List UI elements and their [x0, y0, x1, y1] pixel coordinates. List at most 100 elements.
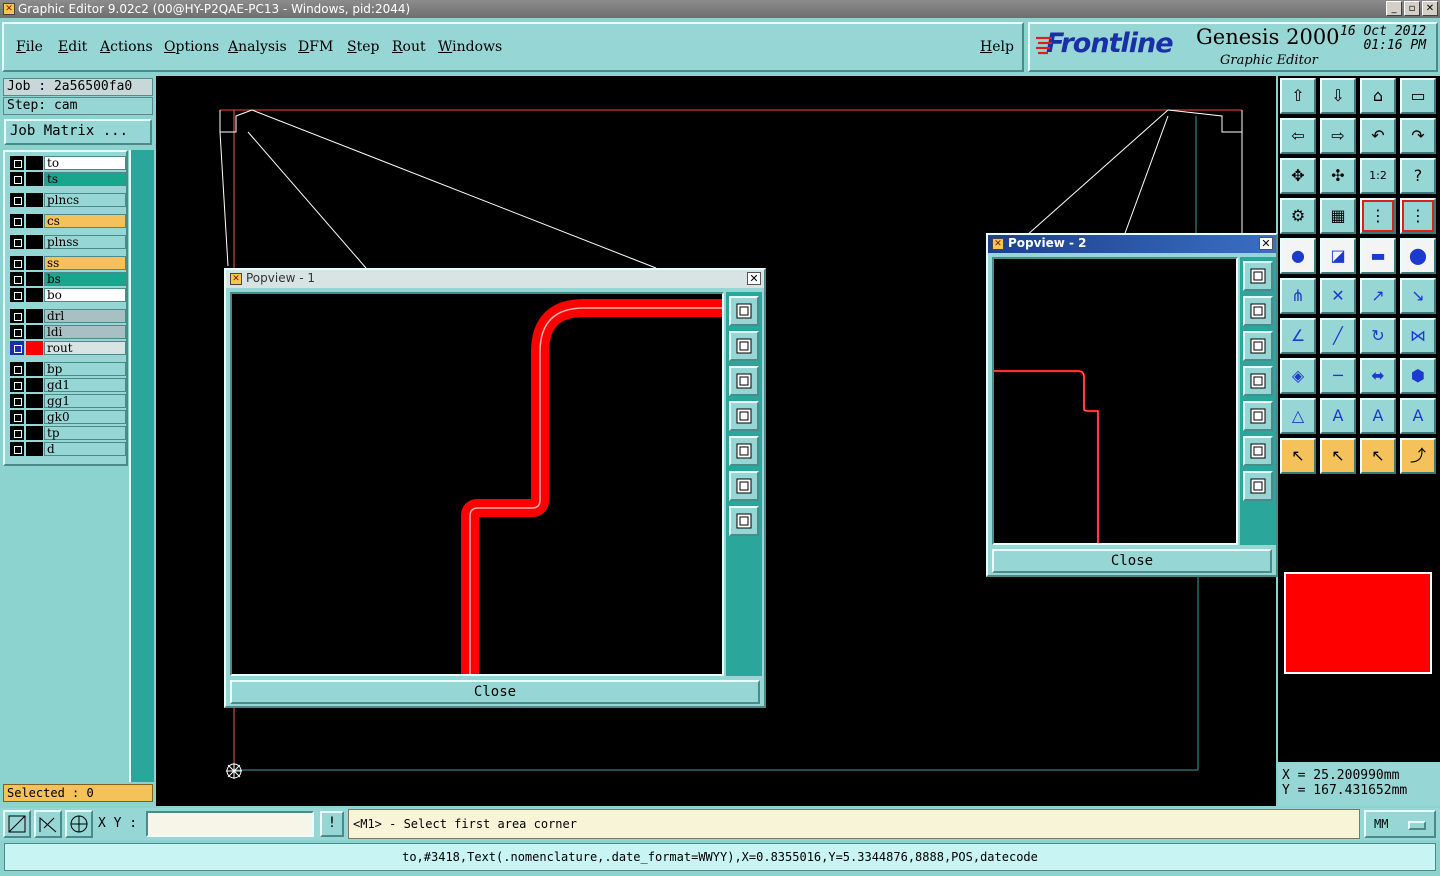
- popview-1-close-icon[interactable]: ✕: [747, 272, 761, 285]
- menu-options[interactable]: Options: [164, 39, 219, 55]
- redo-icon[interactable]: ↷: [1400, 118, 1436, 154]
- layer-row-d[interactable]: d: [10, 442, 126, 456]
- popview-2-tool-5[interactable]: [1243, 401, 1273, 431]
- layer-name[interactable]: bp: [44, 362, 126, 376]
- layer-row-plncs[interactable]: plncs: [10, 193, 126, 207]
- layer-row-to[interactable]: ✎to: [10, 156, 126, 170]
- layer-name[interactable]: plnss: [44, 235, 126, 249]
- layer-name[interactable]: gg1: [44, 394, 126, 408]
- layer-name[interactable]: bo: [44, 288, 126, 302]
- menu-file[interactable]: File: [16, 39, 43, 55]
- xy-input[interactable]: [146, 811, 314, 837]
- menu-windows[interactable]: Windows: [438, 39, 502, 55]
- layer-checkbox[interactable]: [10, 378, 24, 392]
- popview-2-tool-4[interactable]: [1243, 366, 1273, 396]
- layer-row-plnss[interactable]: plnss: [10, 235, 126, 249]
- line-add-icon[interactable]: ◪: [1320, 238, 1356, 274]
- layer-row-gk0[interactable]: gk0: [10, 410, 126, 424]
- menu-actions[interactable]: Actions: [100, 39, 153, 55]
- layer-name[interactable]: bs: [44, 272, 126, 286]
- layer-checkbox[interactable]: [10, 288, 24, 302]
- menu-step[interactable]: Step: [347, 39, 379, 55]
- popview-1-tool-3[interactable]: [729, 366, 759, 396]
- measure-icon[interactable]: ⬌: [1360, 358, 1396, 394]
- pan-down-icon[interactable]: ⇩: [1320, 78, 1356, 114]
- pointer-box-icon[interactable]: ↖: [1320, 438, 1356, 474]
- layer-row-tp[interactable]: tp: [10, 426, 126, 440]
- angle-icon[interactable]: ∠: [1280, 318, 1316, 354]
- undo-icon[interactable]: ↶: [1360, 118, 1396, 154]
- layer-row-bp[interactable]: bp: [10, 362, 126, 376]
- grid-mode-icon[interactable]: [65, 810, 93, 838]
- popview-2-canvas[interactable]: [992, 257, 1238, 545]
- pan-up-icon[interactable]: ⇧: [1280, 78, 1316, 114]
- popview-2-tool-2[interactable]: [1243, 296, 1273, 326]
- pad-move-icon[interactable]: ◈: [1280, 358, 1316, 394]
- home-icon[interactable]: ⌂: [1360, 78, 1396, 114]
- scale-icon[interactable]: 1:2: [1360, 158, 1396, 194]
- popview-1-tool-1[interactable]: [729, 296, 759, 326]
- menu-help[interactable]: Help: [980, 39, 1014, 55]
- layer-row-ss[interactable]: ss: [10, 256, 126, 270]
- pan-right-icon[interactable]: ⇨: [1320, 118, 1356, 154]
- popview-2-tool-3[interactable]: [1243, 331, 1273, 361]
- layer-checkbox[interactable]: [10, 410, 24, 424]
- layer-checkbox[interactable]: [10, 394, 24, 408]
- layer-row-ldi[interactable]: ldi: [10, 325, 126, 339]
- zoom-fit-icon[interactable]: ✥: [1280, 158, 1316, 194]
- layer-name[interactable]: rout: [44, 341, 126, 355]
- layer-checkbox[interactable]: [10, 193, 24, 207]
- popview-2-tool-1[interactable]: [1243, 261, 1273, 291]
- pointer-sel-icon[interactable]: ↖: [1360, 438, 1396, 474]
- popview-2-close-icon[interactable]: ✕: [1259, 237, 1273, 250]
- text-b-icon[interactable]: A: [1360, 398, 1396, 434]
- popview-1-tool-7[interactable]: [729, 506, 759, 536]
- layer-name[interactable]: tp: [44, 426, 126, 440]
- pan-left-icon[interactable]: ⇦: [1280, 118, 1316, 154]
- popview-2-tool-6[interactable]: [1243, 436, 1273, 466]
- layer-name[interactable]: ldi: [44, 325, 126, 339]
- layer-scrollbar[interactable]: [129, 150, 154, 782]
- layer-checkbox[interactable]: [10, 256, 24, 270]
- layer-row-cs[interactable]: cs: [10, 214, 126, 228]
- node-icon[interactable]: ⋔: [1280, 278, 1316, 314]
- menu-edit[interactable]: Edit: [58, 39, 87, 55]
- grid-icon[interactable]: ▦: [1320, 198, 1356, 234]
- layer-name[interactable]: cs: [44, 214, 126, 228]
- exclaim-button[interactable]: !: [320, 811, 344, 837]
- popview-2-titlebar[interactable]: ✕ Popview - 2 ✕: [988, 235, 1276, 253]
- layer-checkbox[interactable]: [10, 325, 24, 339]
- layer-row-gg1[interactable]: gg1: [10, 394, 126, 408]
- menu-rout[interactable]: Rout: [392, 39, 426, 55]
- menu-analysis[interactable]: Analysis: [228, 39, 287, 55]
- popview-1-canvas[interactable]: [230, 292, 724, 676]
- pad-group-icon[interactable]: ⬢: [1400, 358, 1436, 394]
- layer-checkbox[interactable]: [10, 442, 24, 456]
- layer-name[interactable]: to: [44, 156, 126, 170]
- layer-checkbox[interactable]: [10, 309, 24, 323]
- help-icon[interactable]: ?: [1400, 158, 1436, 194]
- job-matrix-button[interactable]: Job Matrix ...: [4, 119, 152, 145]
- settings-icon[interactable]: ⚙: [1280, 198, 1316, 234]
- layer-checkbox[interactable]: [10, 272, 24, 286]
- cross-icon[interactable]: ✕: [1320, 278, 1356, 314]
- layer-row-ts[interactable]: ts: [10, 172, 126, 186]
- layer-checkbox[interactable]: [10, 214, 24, 228]
- layer-name[interactable]: gk0: [44, 410, 126, 424]
- popview-1-tool-4[interactable]: [729, 401, 759, 431]
- triangle-icon[interactable]: △: [1280, 398, 1316, 434]
- popview-1-tool-5[interactable]: [729, 436, 759, 466]
- popview-2-close-button[interactable]: Close: [992, 549, 1272, 573]
- layer-name[interactable]: drl: [44, 309, 126, 323]
- snap-mode-icon[interactable]: [3, 810, 31, 838]
- text-c-icon[interactable]: A: [1400, 398, 1436, 434]
- popview-1-tool-6[interactable]: [729, 471, 759, 501]
- layer-row-bs[interactable]: bs: [10, 272, 126, 286]
- move-icon[interactable]: ↗: [1360, 278, 1396, 314]
- zoom-center-icon[interactable]: ✣: [1320, 158, 1356, 194]
- layer-checkbox[interactable]: [10, 362, 24, 376]
- units-selector[interactable]: MM: [1364, 810, 1436, 838]
- layer-checkbox[interactable]: [10, 172, 24, 186]
- layer-name[interactable]: ts: [44, 172, 126, 186]
- popview-1-close-button[interactable]: Close: [230, 680, 760, 704]
